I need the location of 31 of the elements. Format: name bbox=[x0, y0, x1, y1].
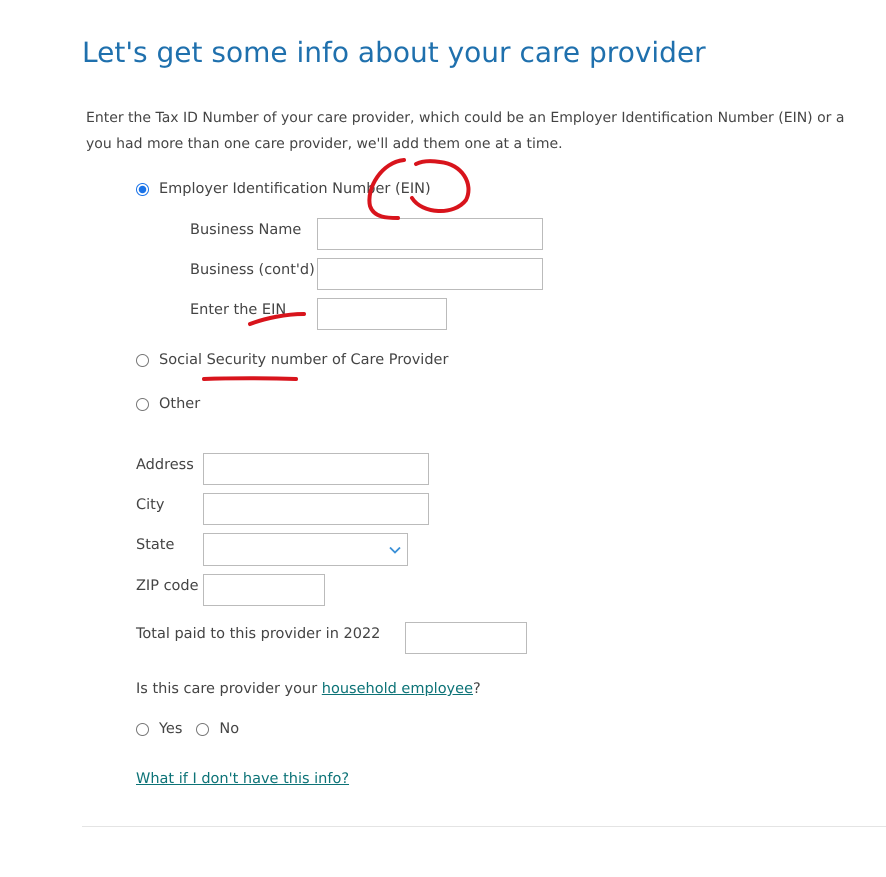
radio-label: Social Security number of Care Provider bbox=[159, 352, 448, 368]
input-field[interactable] bbox=[317, 218, 543, 250]
radio-button[interactable] bbox=[136, 398, 149, 410]
input-field[interactable] bbox=[317, 298, 447, 330]
field-label: Business (cont'd) bbox=[190, 261, 316, 278]
field-label: Total paid to this provider in 2022 bbox=[136, 625, 380, 642]
radio-label: No bbox=[219, 721, 240, 737]
question-text: Is this care provider your household employee? bbox=[136, 681, 482, 697]
radio-button[interactable] bbox=[136, 722, 149, 736]
page-title: Let's get some info about your care provider bbox=[82, 36, 706, 69]
input-field[interactable] bbox=[405, 622, 528, 654]
radio-button[interactable] bbox=[136, 182, 149, 196]
radio-label: Yes bbox=[159, 721, 182, 737]
help-link[interactable]: What if I don't have this info? bbox=[136, 771, 350, 787]
radio-button[interactable] bbox=[196, 722, 210, 736]
field-label: Business Name bbox=[190, 221, 302, 238]
field-label: Enter the EIN bbox=[190, 301, 288, 318]
intro-paragraph: Enter the Tax ID Number of your care provider, which could be an Employer Identification Number (EIN) or a you had more than one care provider, we'll add them one at a time. bbox=[86, 109, 846, 154]
field-label: Address bbox=[136, 456, 195, 473]
household-employee-link[interactable]: household employee bbox=[322, 681, 473, 697]
radio-label: Other bbox=[159, 396, 200, 412]
input-field[interactable] bbox=[203, 574, 325, 606]
input-field[interactable] bbox=[203, 453, 429, 485]
chevron-down-icon bbox=[389, 546, 401, 554]
field-label: ZIP code bbox=[136, 577, 200, 594]
input-field[interactable] bbox=[203, 493, 429, 525]
radio-button[interactable] bbox=[136, 354, 149, 366]
state-dropdown[interactable] bbox=[203, 533, 408, 566]
field-label: State bbox=[136, 536, 176, 553]
input-field[interactable] bbox=[317, 258, 543, 290]
field-label: City bbox=[136, 496, 166, 513]
